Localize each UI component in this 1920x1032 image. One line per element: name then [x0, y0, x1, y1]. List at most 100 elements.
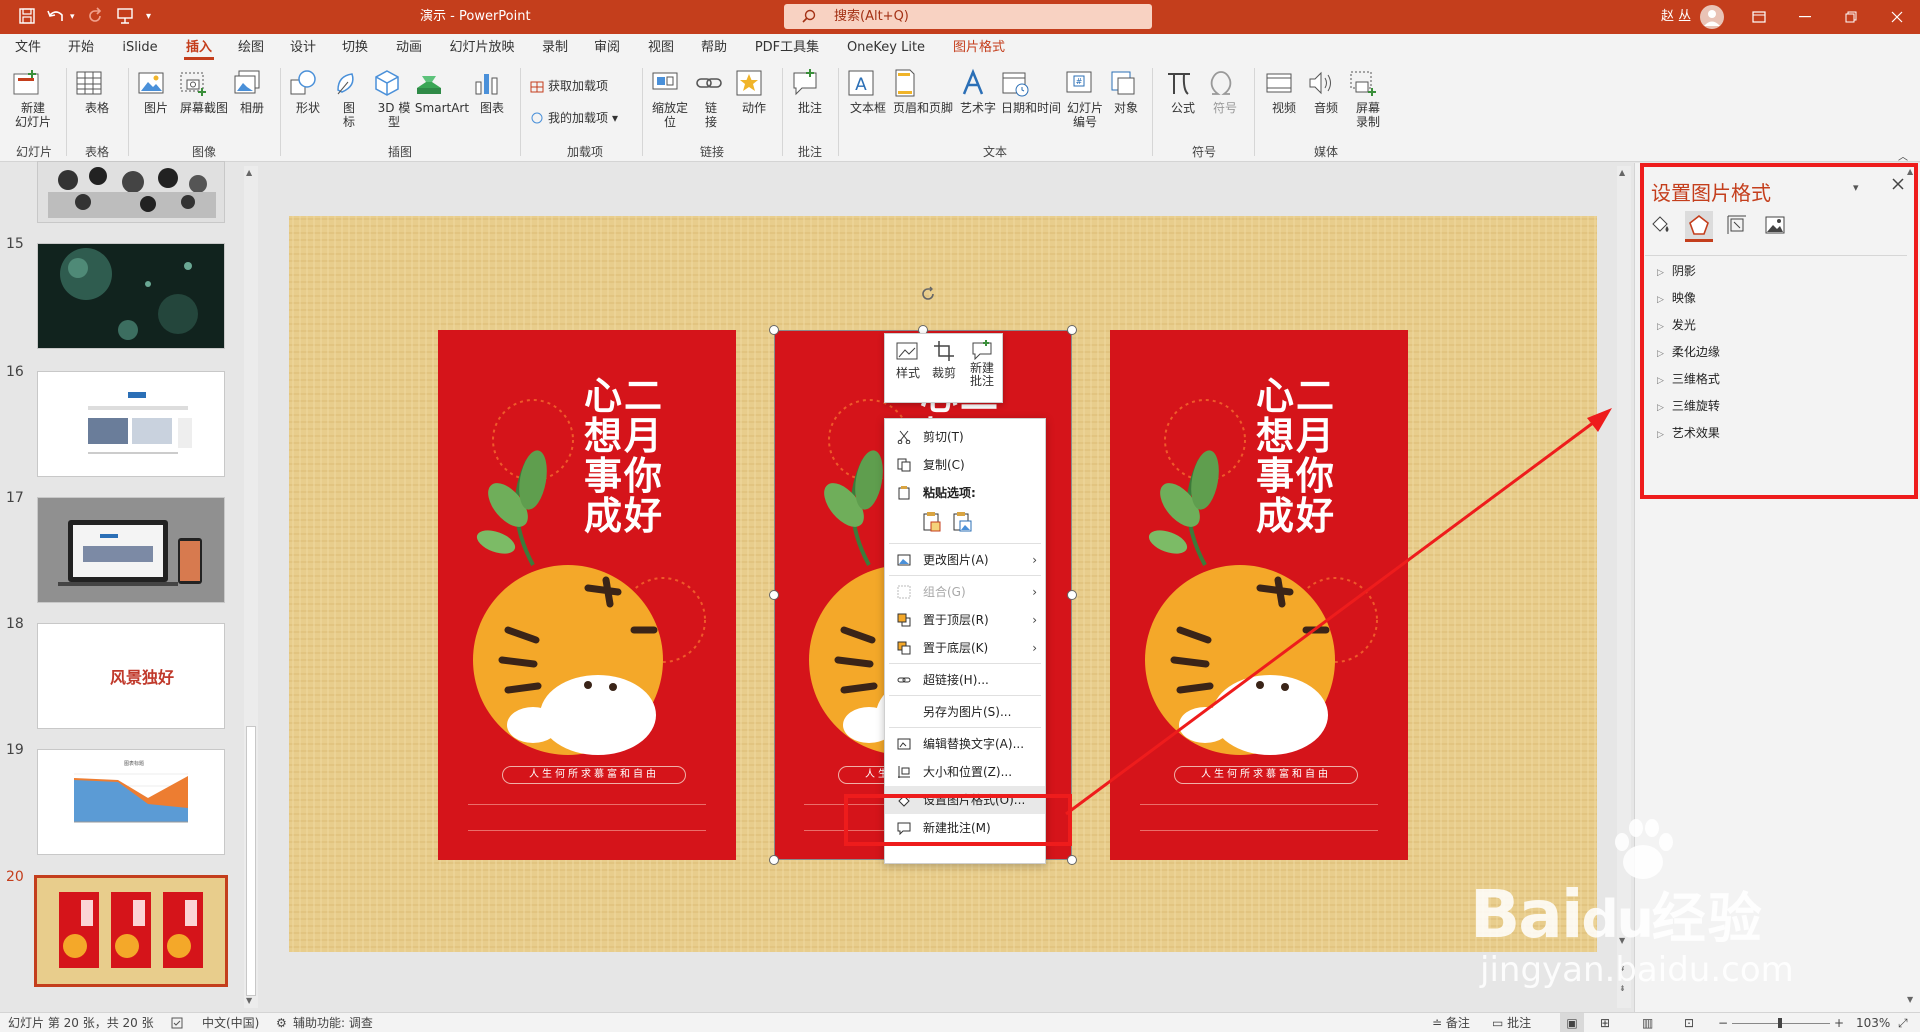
- datetime-button[interactable]: 日期和时间: [1000, 68, 1062, 115]
- new-slide-button[interactable]: 新建 幻灯片: [10, 68, 56, 129]
- reading-view-icon[interactable]: ▥: [1642, 1013, 1653, 1032]
- equation-button[interactable]: 公式: [1164, 68, 1202, 115]
- tab-islide[interactable]: iSlide: [120, 34, 160, 62]
- menu-item-edit-alt-text[interactable]: 编辑替换文字(A)...: [885, 730, 1045, 758]
- photo-album-button[interactable]: 相册: [232, 68, 272, 115]
- zoom-out-icon[interactable]: −: [1718, 1013, 1728, 1032]
- search-input[interactable]: 搜索(Alt+Q): [784, 4, 1152, 29]
- scroll-up-icon[interactable]: ▲: [246, 168, 252, 177]
- tab-picture-format[interactable]: 图片格式: [950, 34, 1008, 62]
- slide-sorter-icon[interactable]: ⊞: [1600, 1013, 1610, 1032]
- tab-insert[interactable]: 插入: [182, 34, 216, 62]
- symbol-button[interactable]: 符号: [1206, 68, 1244, 115]
- language-status[interactable]: 中文(中国): [202, 1013, 259, 1032]
- menu-item-group[interactable]: 组合(G) ›: [885, 578, 1045, 606]
- ribbon-display-options-icon[interactable]: [1736, 0, 1782, 34]
- scrollbar-thumb[interactable]: [246, 726, 256, 996]
- user-name[interactable]: 赵 丛: [1661, 0, 1691, 34]
- notes-button[interactable]: ≐ 备注: [1432, 1013, 1470, 1032]
- resize-handle[interactable]: [769, 590, 779, 600]
- thumbnail-scrollbar[interactable]: ▲ ▼: [244, 166, 258, 1008]
- slide-thumbnail[interactable]: [37, 243, 225, 349]
- tab-animations[interactable]: 动画: [392, 34, 426, 62]
- greeting-card-1[interactable]: 二月你好 心想事成 人生何所求慕富和自由: [438, 330, 736, 860]
- normal-view-icon[interactable]: ▣: [1560, 1013, 1584, 1032]
- tab-transitions[interactable]: 切换: [338, 34, 372, 62]
- slide-thumbnail[interactable]: [37, 161, 225, 223]
- slideshow-view-icon[interactable]: ⊡: [1684, 1013, 1694, 1032]
- object-button[interactable]: 对象: [1108, 68, 1144, 115]
- new-comment-button[interactable]: 新建 批注: [965, 340, 999, 388]
- scroll-up-icon[interactable]: ▲: [1619, 168, 1625, 177]
- style-button[interactable]: 样式: [891, 340, 925, 380]
- menu-item-change-picture[interactable]: 更改图片(A) ›: [885, 546, 1045, 574]
- customize-qat-icon[interactable]: ▾: [146, 7, 168, 27]
- tab-onekey-lite[interactable]: OneKey Lite: [846, 34, 926, 62]
- textbox-button[interactable]: A 文本框: [846, 68, 890, 115]
- shapes-button[interactable]: 形状: [288, 68, 328, 115]
- restore-icon[interactable]: [1828, 0, 1874, 34]
- zoom-button[interactable]: 缩放定 位: [650, 68, 690, 129]
- tab-view[interactable]: 视图: [644, 34, 678, 62]
- tab-review[interactable]: 审阅: [590, 34, 624, 62]
- zoom-level[interactable]: 103%: [1856, 1013, 1890, 1032]
- menu-item-bring-to-front[interactable]: 置于顶层(R) ›: [885, 606, 1045, 634]
- menu-item-save-as-picture[interactable]: 另存为图片(S)...: [885, 698, 1045, 726]
- slide-thumbnail[interactable]: 图表标题: [37, 749, 225, 855]
- close-icon[interactable]: [1874, 0, 1920, 34]
- scroll-down-icon[interactable]: ▼: [1907, 995, 1913, 1004]
- menu-item-send-to-back[interactable]: 置于底层(K) ›: [885, 634, 1045, 662]
- get-addins-button[interactable]: 获取加载项: [530, 78, 608, 94]
- slide-thumbnail-current[interactable]: [34, 875, 228, 987]
- zoom-slider-thumb[interactable]: [1778, 1018, 1782, 1028]
- tab-slideshow[interactable]: 幻灯片放映: [446, 34, 518, 62]
- undo-icon[interactable]: [46, 7, 68, 27]
- tab-help[interactable]: 帮助: [697, 34, 731, 62]
- link-button[interactable]: 链 接: [694, 68, 728, 129]
- tab-record[interactable]: 录制: [538, 34, 572, 62]
- 3d-models-button[interactable]: 3D 模 型: [372, 68, 416, 129]
- resize-handle[interactable]: [1067, 325, 1077, 335]
- menu-item-size-position[interactable]: 大小和位置(Z)...: [885, 758, 1045, 786]
- menu-item-cut[interactable]: 剪切(T): [885, 423, 1045, 451]
- tab-design[interactable]: 设计: [286, 34, 320, 62]
- tab-file[interactable]: 文件: [12, 34, 44, 62]
- collapse-ribbon-icon[interactable]: ︿: [1898, 148, 1908, 163]
- resize-handle[interactable]: [769, 855, 779, 865]
- spellcheck-icon[interactable]: [170, 1013, 184, 1030]
- crop-button[interactable]: 裁剪: [929, 340, 959, 380]
- my-addins-button[interactable]: 我的加载项 ▾: [530, 110, 618, 126]
- comments-button[interactable]: ▭ 批注: [1492, 1013, 1531, 1032]
- action-button[interactable]: 动作: [734, 68, 774, 115]
- resize-handle[interactable]: [1067, 855, 1077, 865]
- comment-button[interactable]: 批注: [790, 68, 830, 115]
- accessibility-status[interactable]: 辅助功能: 调查: [293, 1013, 373, 1032]
- icons-button[interactable]: 图 标: [332, 68, 366, 129]
- screen-recording-button[interactable]: 屏幕 录制: [1348, 68, 1388, 129]
- video-button[interactable]: 视频: [1264, 68, 1304, 115]
- header-footer-button[interactable]: 页眉和页脚: [890, 68, 956, 115]
- smartart-button[interactable]: SmartArt: [414, 68, 470, 115]
- present-from-start-icon[interactable]: [116, 7, 138, 27]
- audio-button[interactable]: 音频: [1306, 68, 1346, 115]
- scroll-down-icon[interactable]: ▼: [246, 996, 252, 1005]
- tab-draw[interactable]: 绘图: [234, 34, 268, 62]
- slide-thumbnail[interactable]: [37, 497, 225, 603]
- redo-icon[interactable]: [86, 7, 108, 27]
- slide-thumbnail[interactable]: [37, 371, 225, 477]
- rotate-handle-icon[interactable]: [920, 286, 936, 302]
- chart-button[interactable]: 图表: [472, 68, 512, 115]
- paste-keep-source-icon[interactable]: [921, 511, 945, 535]
- tab-home[interactable]: 开始: [64, 34, 98, 62]
- slide-number-button[interactable]: # 幻灯片 编号: [1064, 68, 1106, 129]
- resize-handle[interactable]: [769, 325, 779, 335]
- avatar[interactable]: [1700, 5, 1724, 29]
- menu-item-copy[interactable]: 复制(C): [885, 451, 1045, 479]
- accessibility-icon[interactable]: ⚙: [276, 1013, 287, 1032]
- tab-pdf-tools[interactable]: PDF工具集: [752, 34, 822, 62]
- fit-to-window-icon[interactable]: ⤢: [1898, 1013, 1908, 1032]
- table-button[interactable]: 表格: [74, 68, 120, 115]
- save-icon[interactable]: [18, 7, 40, 27]
- screenshot-button[interactable]: 屏幕截图: [178, 68, 230, 115]
- picture-button[interactable]: 图片: [136, 68, 176, 115]
